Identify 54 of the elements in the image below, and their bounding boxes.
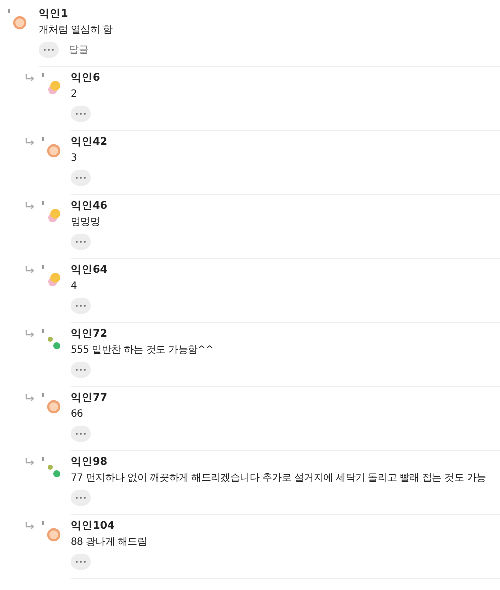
avatar-icon: [47, 336, 61, 350]
tick-icon: [42, 457, 44, 461]
reply-arrow-icon: [25, 330, 35, 338]
reply-link[interactable]: 답글: [69, 43, 89, 57]
tick-icon: [42, 329, 44, 333]
tick-icon: [42, 393, 44, 397]
author-name: 익인42: [71, 135, 109, 150]
more-button[interactable]: [71, 298, 91, 314]
reply-arrow-icon: [25, 202, 35, 210]
avatar-icon: [47, 208, 61, 222]
tick-icon: [42, 137, 44, 141]
tick-icon: [42, 265, 44, 269]
author-name: 익인77: [71, 391, 109, 406]
avatar-icon: [47, 400, 61, 414]
comment-text: 멍멍멍: [71, 216, 102, 230]
avatar-icon: [47, 464, 61, 478]
more-button[interactable]: [71, 106, 91, 122]
avatar-icon: [47, 528, 61, 542]
reply-arrow-icon: [25, 458, 35, 466]
reply-arrow-icon: [25, 522, 35, 530]
tick-icon: [8, 9, 10, 13]
tick-icon: [42, 521, 44, 525]
author-name: 익인1: [39, 7, 70, 22]
reply-arrow-icon: [25, 394, 35, 402]
more-button[interactable]: [71, 234, 91, 250]
avatar-icon: [13, 16, 27, 30]
tick-icon: [42, 201, 44, 205]
comment-text: 2: [71, 88, 78, 102]
more-button[interactable]: [71, 554, 91, 570]
author-name: 익인46: [71, 199, 109, 214]
more-button[interactable]: [71, 490, 91, 506]
author-name: 익인104: [71, 519, 116, 534]
avatar-icon: [47, 144, 61, 158]
more-button[interactable]: [39, 42, 59, 58]
comment-text: 77 먼지하나 없이 깨끗하게 해드리겠습니다 추가로 설거지에 세탁기 돌리고 빨래 접는 것도 가능: [71, 472, 488, 486]
author-name: 익인98: [71, 455, 109, 470]
comment-text: 4: [71, 280, 78, 294]
reply-arrow-icon: [25, 74, 35, 82]
avatar-icon: [47, 272, 61, 286]
comment-text: 66: [71, 408, 84, 422]
comment-text: 개처럼 열심히 함: [39, 24, 114, 38]
reply-arrow-icon: [25, 138, 35, 146]
tick-icon: [42, 73, 44, 77]
author-name: 익인64: [71, 263, 109, 278]
author-name: 익인72: [71, 327, 109, 342]
comment-text: 555 밑반찬 하는 것도 가능함^^: [71, 344, 215, 358]
more-button[interactable]: [71, 362, 91, 378]
more-button[interactable]: [71, 426, 91, 442]
author-name: 익인6: [71, 71, 102, 86]
comment-text: 3: [71, 152, 78, 166]
comment-text: 88 광나게 해드림: [71, 536, 148, 550]
avatar-icon: [47, 80, 61, 94]
reply-arrow-icon: [25, 266, 35, 274]
more-button[interactable]: [71, 170, 91, 186]
